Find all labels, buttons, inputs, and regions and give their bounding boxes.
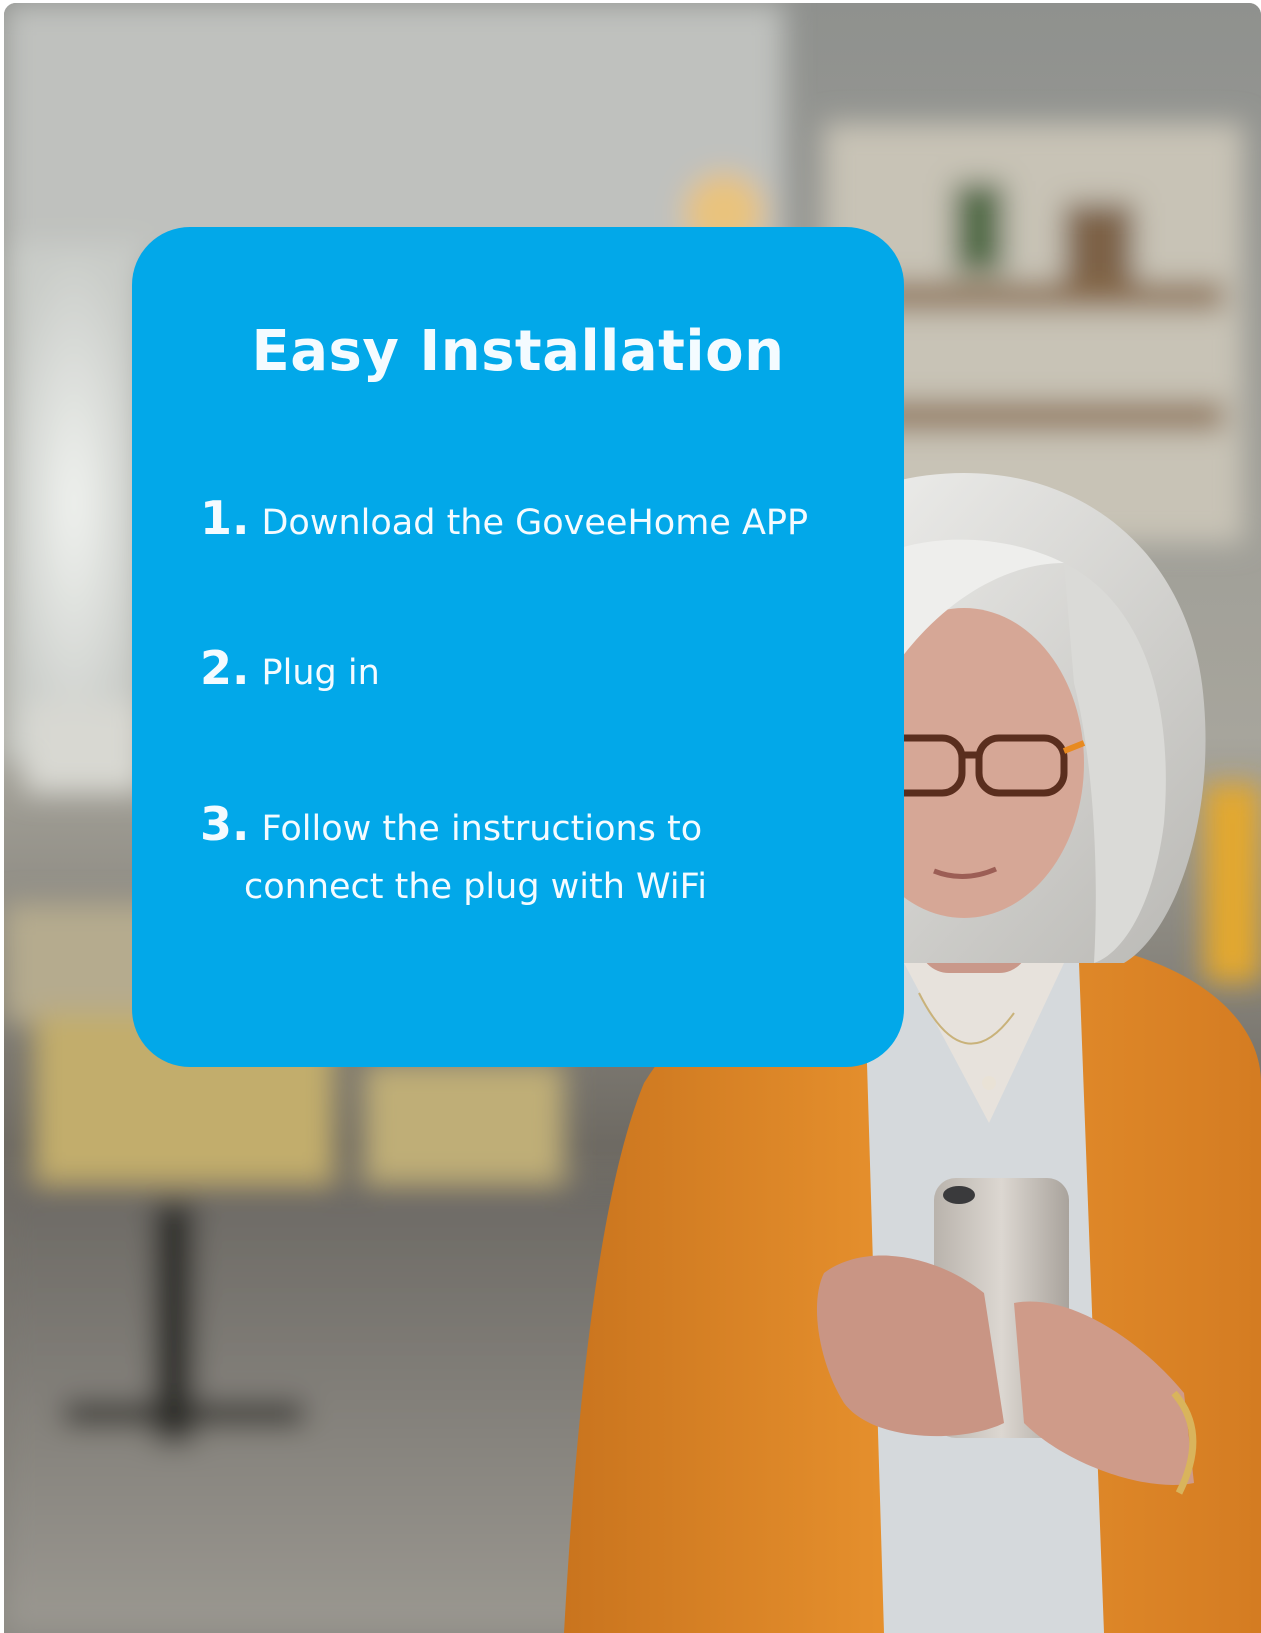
step-2: 2. Plug in [200, 639, 884, 702]
step-text: Follow the instructions to [261, 809, 703, 849]
ad-image: Easy Installation 1. Download the GoveeHo… [4, 3, 1261, 1633]
step-text: Download the GoveeHome APP [261, 503, 809, 543]
card-title: Easy Installation [251, 319, 785, 384]
installation-card: Easy Installation 1. Download the GoveeHo… [132, 227, 904, 1067]
step-3: 3. Follow the instructions to connect the… [200, 795, 884, 916]
step-number: 1. [200, 491, 250, 545]
step-text-continued: connect the plug with WiFi [244, 867, 707, 907]
step-1: 1. Download the GoveeHome APP [200, 489, 884, 552]
step-number: 2. [200, 641, 250, 695]
step-text: Plug in [261, 653, 380, 693]
step-number: 3. [200, 797, 250, 851]
